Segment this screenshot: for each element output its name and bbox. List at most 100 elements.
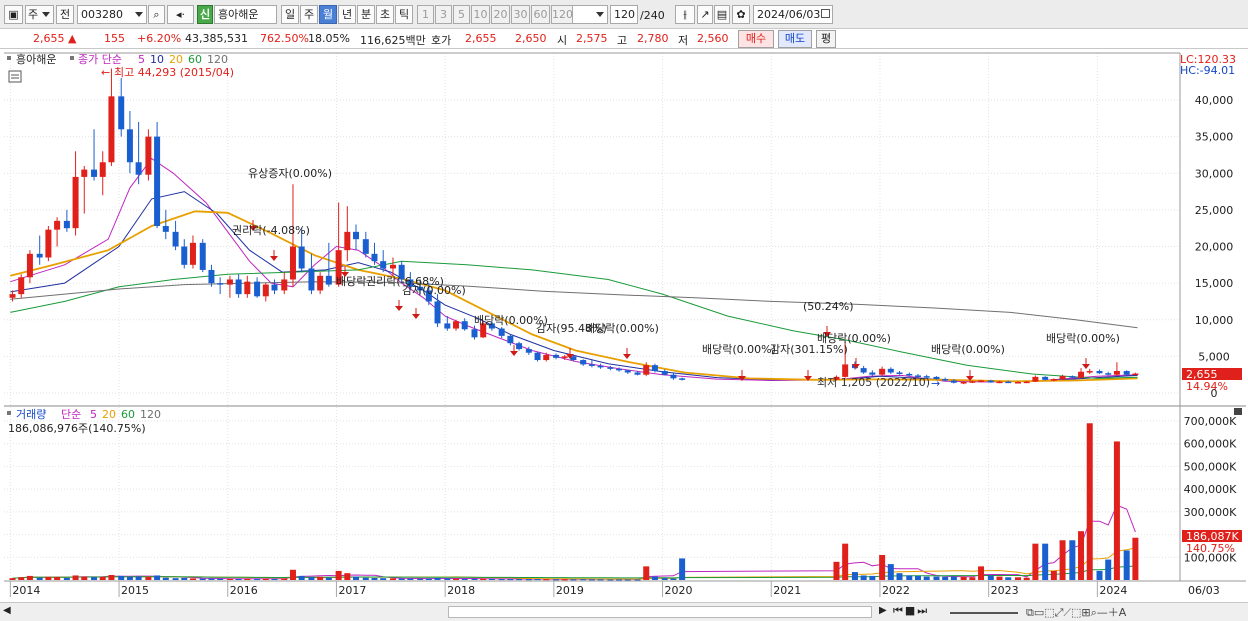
candle-body[interactable]: [380, 261, 387, 269]
volume-bar[interactable]: [244, 578, 251, 580]
candle-body[interactable]: [1132, 373, 1139, 376]
interval-button-30[interactable]: 30: [511, 5, 530, 24]
candle-body[interactable]: [317, 275, 324, 291]
volume-bar[interactable]: [1113, 441, 1120, 580]
volume-bar[interactable]: [145, 576, 152, 580]
volume-bar[interactable]: [879, 555, 886, 580]
candle-body[interactable]: [525, 349, 532, 353]
volume-bar[interactable]: [135, 576, 142, 580]
volume-bar[interactable]: [960, 576, 967, 580]
candle-body[interactable]: [978, 380, 985, 383]
candle-body[interactable]: [553, 354, 560, 358]
volume-bar[interactable]: [417, 578, 424, 580]
candle-body[interactable]: [9, 294, 16, 298]
candle-body[interactable]: [1023, 381, 1030, 384]
volume-bar[interactable]: [516, 579, 523, 581]
candle-body[interactable]: [108, 96, 115, 163]
volume-bar[interactable]: [434, 577, 441, 580]
candle-body[interactable]: [189, 242, 196, 265]
candle-body[interactable]: [1059, 376, 1066, 380]
candle-body[interactable]: [561, 356, 568, 358]
candle-body[interactable]: [860, 368, 867, 373]
candle-body[interactable]: [235, 279, 242, 295]
period-button-4[interactable]: 분: [357, 5, 375, 24]
volume-bar[interactable]: [488, 578, 495, 580]
volume-bar[interactable]: [860, 575, 867, 580]
volume-bar[interactable]: [580, 579, 587, 581]
volume-bar[interactable]: [588, 579, 595, 581]
volume-bar[interactable]: [217, 578, 224, 580]
volume-bar[interactable]: [281, 578, 288, 580]
volume-bar[interactable]: [670, 578, 677, 580]
candle-body[interactable]: [869, 372, 876, 375]
volume-bar[interactable]: [45, 576, 52, 580]
volume-bar[interactable]: [425, 578, 432, 580]
volume-bar[interactable]: [444, 578, 451, 580]
candle-body[interactable]: [1096, 371, 1103, 374]
candle-body[interactable]: [99, 162, 106, 177]
candle-body[interactable]: [154, 136, 161, 226]
volume-bar[interactable]: [525, 579, 532, 581]
candle-body[interactable]: [607, 367, 614, 369]
volume-bar[interactable]: [950, 576, 957, 580]
calendar-icon[interactable]: [821, 9, 830, 18]
candle-body[interactable]: [434, 301, 441, 324]
candle-body[interactable]: [208, 269, 215, 284]
volume-bar[interactable]: [661, 578, 668, 580]
candle-body[interactable]: [580, 360, 587, 365]
period-button-0[interactable]: 일: [281, 5, 299, 24]
candle-body[interactable]: [262, 284, 269, 297]
volume-bar[interactable]: [461, 578, 468, 580]
volume-bar[interactable]: [869, 575, 876, 580]
candle-body[interactable]: [444, 323, 451, 329]
eval-button[interactable]: 평: [816, 30, 836, 48]
candle-body[interactable]: [135, 162, 142, 175]
volume-bar[interactable]: [9, 578, 16, 580]
volume-bar[interactable]: [507, 579, 514, 581]
candle-body[interactable]: [353, 231, 360, 240]
candle-body[interactable]: [254, 281, 261, 297]
candle-body[interactable]: [950, 380, 957, 383]
volume-bar[interactable]: [851, 572, 858, 580]
candle-body[interactable]: [1014, 382, 1021, 384]
volume-bar[interactable]: [189, 578, 196, 580]
volume-bar[interactable]: [1032, 543, 1039, 580]
period-button-3[interactable]: 년: [338, 5, 356, 24]
candle-body[interactable]: [1069, 376, 1076, 378]
candle-body[interactable]: [1086, 371, 1093, 373]
volume-bar[interactable]: [72, 575, 79, 580]
buy-button[interactable]: 매수: [738, 30, 774, 48]
chart-settings-icon[interactable]: [8, 70, 22, 83]
candle-body[interactable]: [371, 253, 378, 262]
candle-body[interactable]: [1042, 376, 1049, 380]
candle-body[interactable]: [118, 96, 125, 130]
market-select[interactable]: 주: [25, 5, 54, 24]
tool-icons[interactable]: ⧉▭⬚⤢⟋⬚⊞⌕—＋A: [1026, 604, 1126, 620]
candle-body[interactable]: [942, 379, 949, 381]
volume-bar[interactable]: [643, 566, 650, 580]
volume-bar[interactable]: [162, 577, 169, 580]
volume-bar[interactable]: [597, 579, 604, 581]
candle-body[interactable]: [651, 365, 658, 372]
volume-bar[interactable]: [942, 576, 949, 580]
candle-body[interactable]: [199, 242, 206, 270]
volume-bar[interactable]: [996, 576, 1003, 580]
candle-body[interactable]: [896, 372, 903, 374]
candle-body[interactable]: [1105, 373, 1112, 375]
candle-body[interactable]: [534, 352, 541, 361]
ma-handle-icon[interactable]: [70, 56, 74, 60]
interval-button-10[interactable]: 10: [471, 5, 490, 24]
candle-body[interactable]: [162, 225, 169, 232]
candle-body[interactable]: [126, 129, 133, 163]
interval-button-1[interactable]: 1: [417, 5, 434, 24]
candle-body[interactable]: [325, 275, 332, 285]
volume-bar[interactable]: [471, 578, 478, 580]
candle-body[interactable]: [181, 246, 188, 265]
volume-bar[interactable]: [616, 579, 623, 581]
code-input[interactable]: 003280: [77, 5, 147, 24]
window-menu-icon[interactable]: ▣: [4, 5, 23, 24]
search-icon[interactable]: ⌕: [148, 5, 165, 24]
playback-controls[interactable]: ⏮■⏭: [893, 604, 929, 618]
candle-body[interactable]: [634, 372, 641, 375]
volume-bar[interactable]: [26, 575, 33, 580]
